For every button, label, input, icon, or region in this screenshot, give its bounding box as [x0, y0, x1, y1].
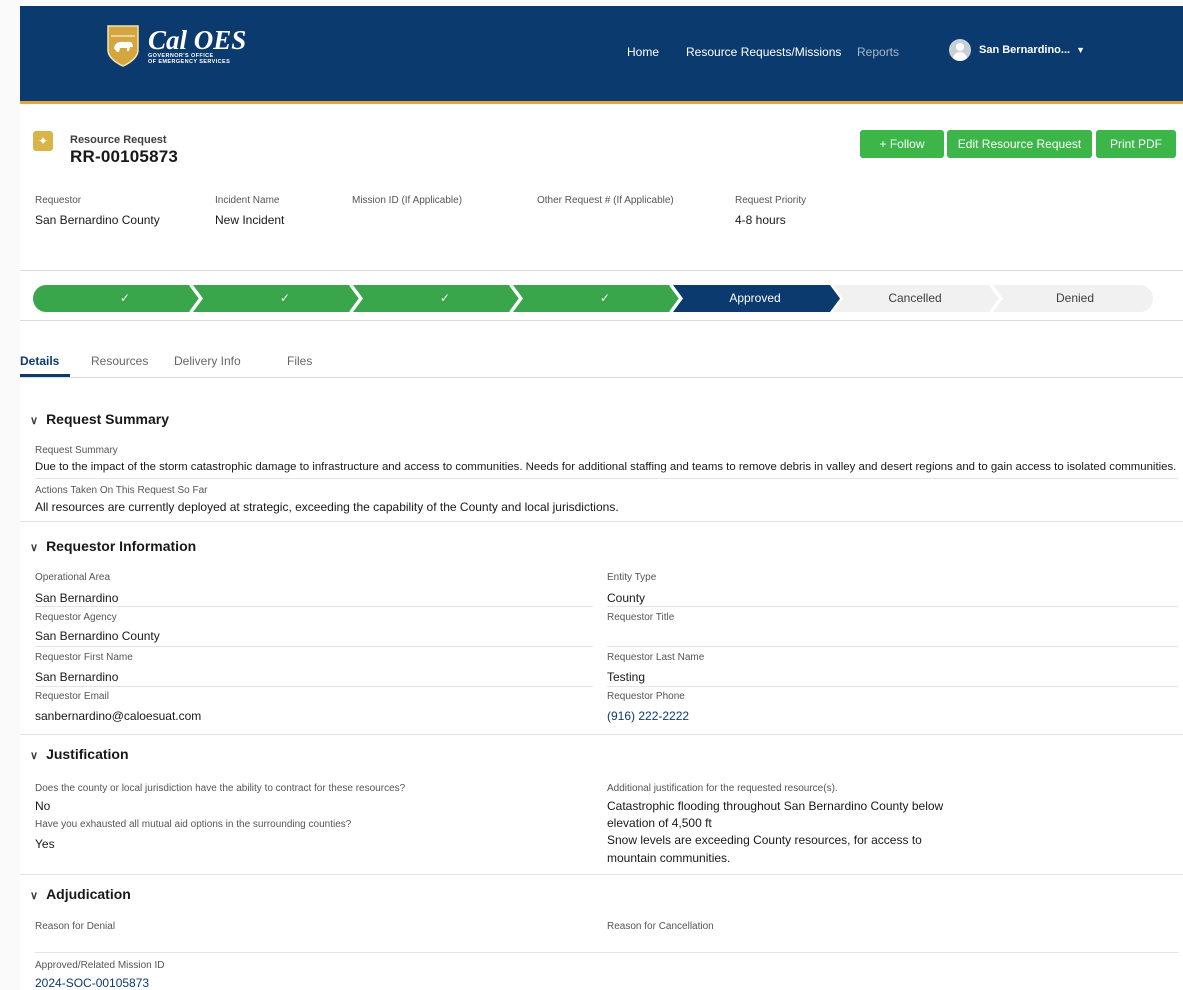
chevron-down-icon: ∨ [30, 542, 39, 554]
cal-oes-logo[interactable]: Cal OES GOVERNOR'S OFFICE OF EMERGENCY S… [106, 24, 246, 68]
highlight-value-priority: 4-8 hours [735, 213, 786, 227]
user-avatar-icon [949, 39, 971, 61]
user-name: San Bernardino... [979, 44, 1071, 56]
tab-files[interactable]: Files [287, 354, 312, 368]
caret-down-icon: ▼ [1076, 45, 1085, 55]
field-value: Due to the impact of the storm catastrop… [35, 461, 1177, 473]
field-label: Have you exhausted all mutual aid option… [35, 819, 352, 830]
field-label: Reason for Denial [35, 921, 116, 932]
nav-reports[interactable]: Reports [857, 45, 899, 59]
field-label: Additional justification for the request… [607, 783, 838, 794]
field-divider [607, 686, 1178, 687]
section-title: Requestor Information [46, 538, 197, 554]
field-divider [607, 646, 1178, 647]
field-value-line: mountain communities. [607, 851, 731, 865]
divider [20, 377, 1183, 378]
section-adjudication[interactable]: ∨ Adjudication [30, 886, 131, 902]
section-title: Justification [46, 746, 129, 762]
section-justification[interactable]: ∨ Justification [30, 746, 129, 762]
highlight-label-priority: Request Priority [735, 195, 807, 206]
path-label-denied[interactable]: Denied [1020, 285, 1130, 312]
app-frame: Cal OES GOVERNOR'S OFFICE OF EMERGENCY S… [20, 6, 1183, 990]
field-divider [35, 952, 1178, 953]
record-title: RR-00105873 [70, 147, 179, 166]
nav-home[interactable]: Home [627, 45, 659, 59]
path-check-icon[interactable]: ✓ [590, 285, 620, 312]
email-value: sanbernardino@caloesuat.com [35, 709, 202, 723]
tab-resources[interactable]: Resources [91, 354, 148, 368]
highlight-label-mission: Mission ID (If Applicable) [352, 195, 463, 206]
field-label: Requestor Agency [35, 612, 117, 623]
field-value: All resources are currently deployed at … [35, 500, 619, 514]
bear-shield-icon [107, 25, 139, 67]
tab-details[interactable]: Details [20, 354, 59, 368]
section-title: Request Summary [46, 411, 169, 427]
path-label-cancelled[interactable]: Cancelled [860, 285, 970, 312]
tab-delivery-info[interactable]: Delivery Info [174, 354, 241, 368]
section-title: Adjudication [46, 886, 131, 902]
brand-sub-2: OF EMERGENCY SERVICES [148, 59, 231, 65]
highlight-label-requestor: Requestor [35, 195, 82, 206]
divider [20, 270, 1183, 271]
divider [20, 320, 1183, 321]
record-type: Resource Request [70, 134, 167, 146]
highlight-label-incident: Incident Name [215, 195, 280, 206]
user-menu[interactable]: San Bernardino... ▼ [949, 39, 1085, 61]
section-divider [20, 874, 1183, 875]
resource-request-icon: ✦ [33, 131, 53, 151]
field-label: Actions Taken On This Request So Far [35, 485, 208, 496]
field-label: Requestor Phone [607, 691, 685, 702]
phone-link[interactable]: (916) 222-2222 [607, 709, 689, 723]
field-label: Requestor Last Name [607, 652, 705, 663]
section-requestor-information[interactable]: ∨ Requestor Information [30, 538, 196, 554]
field-value-line: elevation of 4,500 ft [607, 816, 712, 830]
field-value: Testing [607, 670, 646, 684]
edit-resource-request-button[interactable]: Edit Resource Request [947, 130, 1092, 158]
field-label: Approved/Related Mission ID [35, 960, 165, 971]
path-check-icon[interactable]: ✓ [270, 285, 300, 312]
field-value: San Bernardino [35, 670, 119, 684]
highlight-value-requestor: San Bernardino County [35, 213, 160, 227]
field-value: No [35, 799, 51, 813]
field-value-line: Catastrophic flooding throughout San Ber… [607, 799, 944, 813]
field-value: San Bernardino County [35, 629, 160, 643]
highlight-value-incident: New Incident [215, 213, 285, 227]
print-pdf-button[interactable]: Print PDF [1096, 130, 1176, 158]
field-value: Yes [35, 837, 55, 851]
path-check-icon[interactable]: ✓ [430, 285, 460, 312]
chevron-down-icon: ∨ [30, 890, 39, 902]
field-value-line: Snow levels are exceeding County resourc… [607, 833, 922, 847]
field-label: Requestor First Name [35, 652, 133, 663]
field-value: County [607, 591, 646, 605]
field-divider [35, 606, 593, 607]
field-label: Does the county or local jurisdiction ha… [35, 783, 406, 794]
mission-id-link[interactable]: 2024-SOC-00105873 [35, 976, 149, 990]
field-divider [35, 646, 593, 647]
field-label: Operational Area [35, 572, 111, 583]
global-header: Cal OES GOVERNOR'S OFFICE OF EMERGENCY S… [20, 6, 1183, 104]
field-divider [35, 686, 593, 687]
highlight-label-other-request: Other Request # (If Applicable) [537, 195, 674, 206]
field-label: Requestor Title [607, 612, 675, 623]
path-label-approved[interactable]: Approved [700, 285, 810, 312]
section-divider [20, 521, 1183, 522]
section-request-summary[interactable]: ∨ Request Summary [30, 411, 169, 427]
field-value: San Bernardino [35, 591, 119, 605]
field-divider [607, 606, 1178, 607]
plus-icon: + [879, 137, 890, 151]
field-label: Requestor Email [35, 691, 109, 702]
section-divider [20, 734, 1183, 735]
chevron-down-icon: ∨ [30, 415, 39, 427]
field-label: Request Summary [35, 445, 118, 456]
field-label: Entity Type [607, 572, 657, 583]
brand-name: Cal OES [148, 25, 247, 55]
chevron-down-icon: ∨ [30, 750, 39, 762]
field-divider [35, 478, 1178, 479]
field-label: Reason for Cancellation [607, 921, 714, 932]
logo-text: Cal OES GOVERNOR'S OFFICE OF EMERGENCY S… [148, 25, 247, 66]
path-check-icon[interactable]: ✓ [110, 285, 140, 312]
follow-button[interactable]: + Follow [860, 130, 944, 158]
nav-resource-requests[interactable]: Resource Requests/Missions [686, 45, 841, 59]
follow-label: Follow [889, 137, 925, 151]
